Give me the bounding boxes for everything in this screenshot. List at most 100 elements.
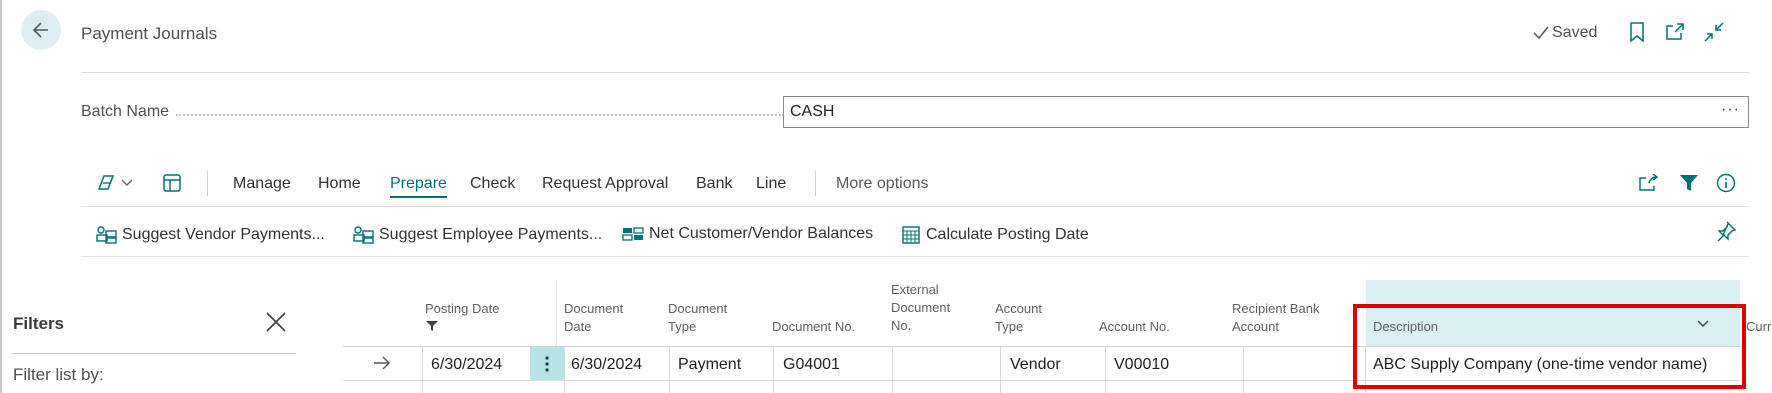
calculate-posting-date-button[interactable]: Calculate Posting Date (901, 225, 1089, 245)
suggest-payments-icon (353, 226, 374, 244)
column-header-recipient-bank-account[interactable]: Recipient Bank Account (1232, 300, 1319, 336)
suggest-payments-icon (96, 226, 117, 244)
tab-request-approval[interactable]: Request Approval (542, 175, 668, 193)
document-no-header-label: Document No. (772, 319, 856, 334)
checkmark-icon (1533, 26, 1549, 40)
column-header-currency-partial[interactable]: Curr (1746, 318, 1772, 336)
account-no-header-label: Account No. (1099, 319, 1170, 334)
filter-icon (426, 321, 438, 331)
row-actions-button[interactable] (530, 347, 564, 380)
external-document-header-line-1: External (891, 282, 939, 297)
net-customer-vendor-balances-label: Net Customer/Vendor Balances (649, 225, 874, 242)
info-icon (1716, 173, 1736, 193)
net-customer-vendor-balances-button[interactable]: Net Customer/Vendor Balances (622, 225, 873, 243)
filter-list-by-label: Filter list by: (13, 365, 104, 384)
collapse-button[interactable] (1702, 20, 1726, 44)
collapse-icon (1704, 22, 1724, 42)
bookmark-button[interactable] (1625, 20, 1649, 44)
tab-line[interactable]: Line (756, 175, 786, 193)
row-account-type[interactable]: Vendor (1010, 356, 1061, 374)
batch-name-input[interactable]: CASH ··· (783, 96, 1749, 128)
column-header-document-date[interactable]: Document Date (564, 300, 623, 336)
document-type-header-line-2: Type (668, 319, 697, 334)
batch-name-lookup-button[interactable]: ··· (1721, 101, 1740, 119)
batch-name-leader (176, 114, 784, 116)
pin-icon (1717, 221, 1736, 241)
column-separator (1000, 347, 1001, 393)
pin-button[interactable] (1716, 218, 1736, 244)
currency-header-label: Curr (1746, 319, 1772, 334)
recipient-bank-header-line-2: Account (1232, 319, 1279, 334)
filter-pane-button[interactable] (1679, 170, 1699, 196)
column-separator (773, 347, 774, 393)
row-document-type[interactable]: Payment (678, 356, 741, 374)
tab-check[interactable]: Check (470, 175, 515, 193)
posting-date-header-label: Posting Date (425, 301, 500, 316)
column-separator (1243, 347, 1244, 393)
suggest-vendor-payments-button[interactable]: Suggest Vendor Payments... (95, 225, 325, 245)
document-date-header-line-1: Document (564, 301, 624, 316)
calculate-posting-date-label: Calculate Posting Date (926, 226, 1089, 243)
promoted-divider (81, 256, 1749, 257)
filters-title: Filters (13, 314, 65, 333)
net-balances-icon (622, 227, 644, 241)
column-header-account-type[interactable]: Account Type (995, 300, 1042, 336)
column-header-external-document-no[interactable]: External Document No. (891, 281, 950, 335)
action-bar-separator (815, 170, 816, 196)
open-new-window-button[interactable] (1663, 20, 1687, 44)
layout-button[interactable] (162, 170, 182, 196)
tab-prepare[interactable]: Prepare (390, 175, 447, 193)
column-header-posting-date[interactable]: Posting Date (425, 300, 499, 337)
more-vertical-icon (545, 355, 549, 372)
column-separator (422, 347, 423, 393)
tab-manage[interactable]: Manage (233, 175, 291, 193)
chevron-down-icon (121, 179, 133, 186)
info-button[interactable] (1716, 170, 1736, 196)
column-separator (892, 347, 893, 393)
column-header-account-no[interactable]: Account No. (1099, 318, 1170, 336)
close-filters-button[interactable] (264, 310, 288, 334)
column-separator (1105, 347, 1106, 393)
window-edge (0, 0, 2, 393)
header-divider (81, 72, 1749, 73)
back-arrow-icon (32, 22, 48, 38)
row-posting-date[interactable]: 6/30/2024 (431, 356, 502, 374)
close-icon (266, 312, 286, 332)
batch-name-label: Batch Name (81, 103, 170, 120)
saved-status: Saved (1533, 24, 1597, 42)
copilot-icon (97, 175, 115, 190)
batch-name-value: CASH (790, 103, 835, 120)
row-account-no[interactable]: V00010 (1114, 356, 1169, 374)
share-icon (1639, 174, 1658, 191)
layout-icon (163, 174, 181, 192)
column-separator (669, 347, 670, 393)
account-type-header-line-1: Account (995, 301, 1042, 316)
row-document-date[interactable]: 6/30/2024 (571, 356, 642, 374)
row-document-no[interactable]: G04001 (783, 356, 840, 374)
share-button[interactable] (1638, 170, 1658, 196)
tab-bank[interactable]: Bank (696, 175, 732, 193)
suggest-vendor-payments-label: Suggest Vendor Payments... (122, 226, 325, 243)
tab-home[interactable]: Home (318, 175, 361, 193)
row-arrow-icon (374, 356, 390, 370)
external-document-header-line-2: Document (891, 300, 951, 315)
more-options-button[interactable]: More options (836, 175, 929, 193)
column-separator (564, 347, 565, 393)
back-button[interactable] (21, 10, 61, 50)
filters-divider (12, 353, 296, 354)
suggest-employee-payments-label: Suggest Employee Payments... (379, 226, 603, 243)
filter-icon (1680, 175, 1698, 191)
open-new-window-icon (1666, 23, 1684, 40)
column-header-document-no[interactable]: Document No. (772, 318, 855, 336)
suggest-employee-payments-button[interactable]: Suggest Employee Payments... (352, 225, 602, 245)
external-document-header-line-3: No. (891, 318, 912, 333)
column-separator (556, 280, 557, 347)
current-row-indicator (372, 355, 394, 373)
recipient-bank-header-line-1: Recipient Bank (1232, 301, 1320, 316)
description-highlight-box (1353, 304, 1746, 389)
action-bar-divider (81, 206, 1749, 207)
column-header-document-type[interactable]: Document Type (668, 300, 727, 336)
page-title: Payment Journals (81, 24, 218, 43)
active-tab-indicator (390, 196, 447, 198)
copilot-menu-button[interactable] (95, 170, 134, 196)
